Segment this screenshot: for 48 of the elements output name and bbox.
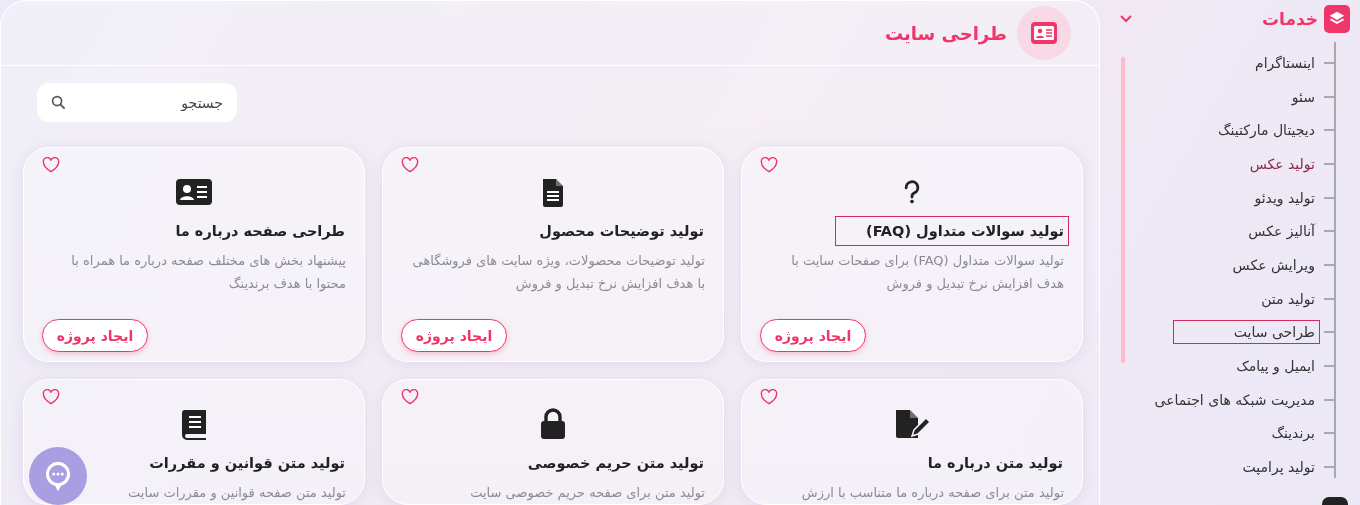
- chevron-down-icon[interactable]: [1119, 14, 1133, 24]
- create-project-button[interactable]: ایجاد پروژه: [42, 319, 148, 352]
- heart-icon[interactable]: [760, 157, 778, 173]
- card-description: تولید توضیحات محصولات، ویژه سایت های فروشگاهی با هدف افزایش نرخ تبدیل و فروش: [411, 252, 705, 294]
- heart-icon[interactable]: [401, 157, 419, 173]
- card-title: تولید سوالات متداول (FAQ): [835, 216, 1069, 246]
- heart-icon[interactable]: [760, 389, 778, 405]
- lock-icon: [539, 408, 567, 440]
- sidebar-item[interactable]: تولید عکس: [1245, 151, 1320, 176]
- card-title: تولید متن حریم خصوصی: [526, 454, 705, 474]
- sidebar-item[interactable]: تولید ویدئو: [1250, 185, 1320, 210]
- id-card-icon: [1017, 6, 1071, 60]
- card-description: تولید متن برای صفحه درباره ما متناسب با ارزش: [801, 484, 1064, 503]
- page-title: طراحی سایت: [884, 22, 1007, 44]
- create-project-button[interactable]: ایجاد پروژه: [401, 319, 507, 352]
- card-title: تولید متن درباره ما: [926, 454, 1064, 474]
- create-project-button[interactable]: ایجاد پروژه: [760, 319, 866, 352]
- sidebar-item[interactable]: آنالیز عکس: [1244, 219, 1320, 244]
- sidebar-item[interactable]: مدیریت شبکه های اجتماعی: [1150, 387, 1320, 412]
- card-description: تولید متن صفحه قوانین و مقررات سایت: [128, 484, 346, 503]
- sidebar-item[interactable]: طراحی سایت: [1172, 320, 1320, 345]
- sidebar-item[interactable]: تولید پرامپت: [1238, 455, 1320, 480]
- card-description: پیشنهاد بخش های مختلف صفحه درباره ما همراه با محتوا با هدف برندینگ: [70, 252, 346, 294]
- search-field[interactable]: جستجو: [37, 83, 237, 122]
- sidebar-item[interactable]: برندینگ: [1267, 421, 1320, 446]
- heart-icon[interactable]: [42, 157, 60, 173]
- sidebar-item[interactable]: ویرایش عکس: [1228, 252, 1320, 277]
- heart-icon[interactable]: [42, 389, 60, 405]
- sidebar-item[interactable]: اینستاگرام: [1251, 50, 1320, 75]
- sidebar-item[interactable]: ایمیل و پیامک: [1232, 354, 1320, 379]
- card-title: طراحی صفحه درباره ما: [174, 222, 346, 242]
- layers-icon: [1324, 5, 1350, 33]
- heart-icon[interactable]: [401, 389, 419, 405]
- document-icon: [541, 176, 565, 208]
- chat-button[interactable]: [29, 447, 87, 505]
- sidebar-item[interactable]: سئو: [1287, 84, 1320, 109]
- card-description: تولید سوالات متداول (FAQ) برای صفحات سایت با هدف افزایش نرخ تبدیل و فروش: [790, 252, 1064, 294]
- search-icon: [51, 95, 66, 110]
- card-title: تولید توضیحات محصول: [538, 222, 705, 242]
- id-card-icon: [175, 176, 213, 208]
- book-icon: [180, 408, 208, 440]
- card-description: تولید متن برای صفحه حریم خصوصی سایت: [470, 484, 705, 503]
- scrollbar-thumb[interactable]: [1121, 57, 1125, 363]
- sidebar-item[interactable]: دیجیتال مارکتینگ: [1214, 118, 1320, 143]
- card-title: تولید متن قوانین و مقررات: [148, 454, 346, 474]
- sidebar-item[interactable]: تولید متن: [1257, 286, 1320, 311]
- file-pen-icon: [894, 408, 930, 440]
- section-title: خدمات: [1261, 9, 1318, 29]
